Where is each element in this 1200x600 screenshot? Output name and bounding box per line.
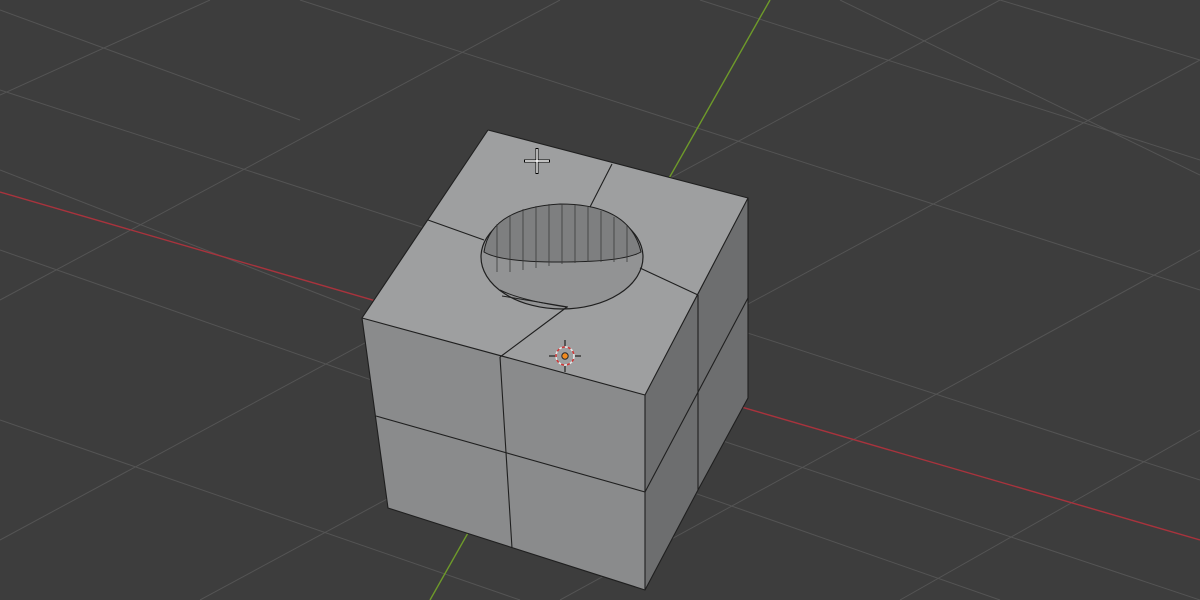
viewport-scene[interactable] [0, 0, 1200, 600]
object-origin-icon [561, 352, 569, 360]
cube-mesh[interactable] [361, 129, 749, 591]
3d-viewport[interactable] [0, 0, 1200, 600]
cylindrical-hole[interactable] [480, 203, 644, 310]
